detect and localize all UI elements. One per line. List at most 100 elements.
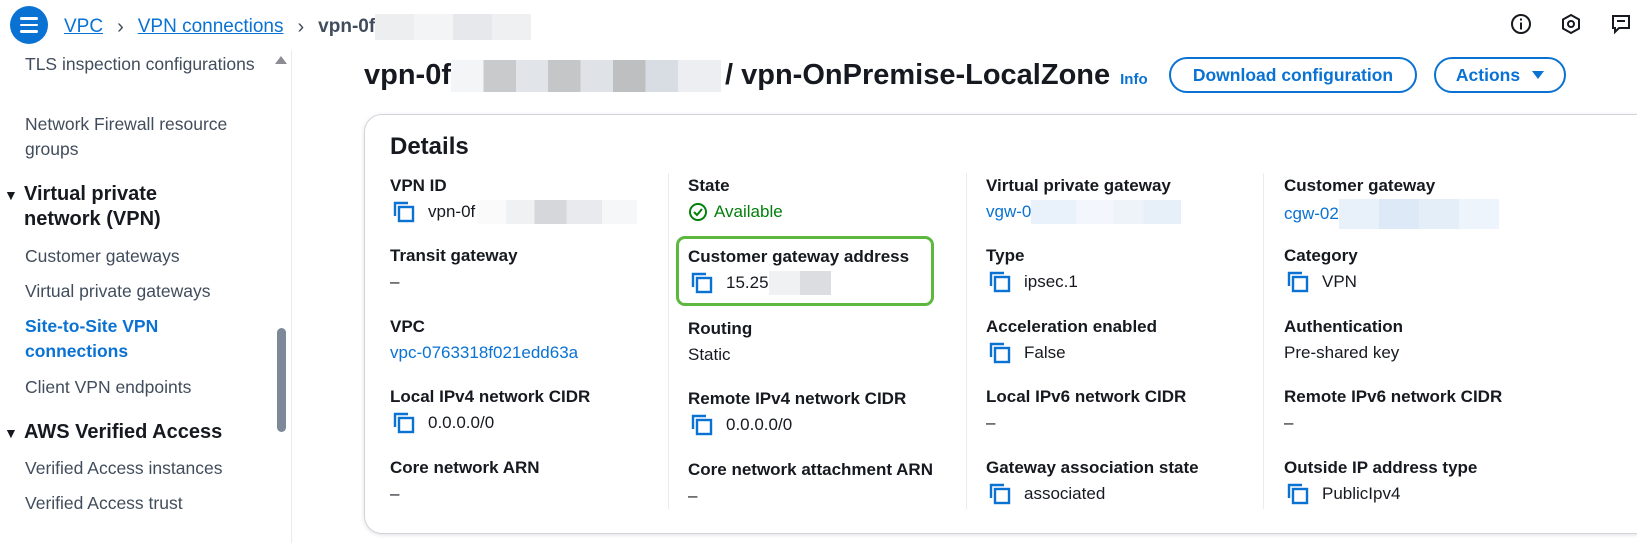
copy-icon[interactable] xyxy=(1286,271,1310,293)
field-label: VPN ID xyxy=(390,176,447,195)
breadcrumb-vpc[interactable]: VPC xyxy=(64,16,103,38)
copy-icon[interactable] xyxy=(988,342,1012,364)
field-label: Routing xyxy=(688,319,753,338)
field-value: PublicIpv4 xyxy=(1284,481,1574,507)
download-configuration-button[interactable]: Download configuration xyxy=(1169,57,1417,93)
copy-icon[interactable] xyxy=(988,483,1012,505)
details-title: Details xyxy=(390,133,469,160)
page-title-name: / vpn-OnPremise-LocalZone xyxy=(725,59,1111,91)
field-label: Outside IP address type xyxy=(1284,458,1478,477)
outside-ip-address-type-value: PublicIpv4 xyxy=(1322,484,1401,503)
copy-icon[interactable] xyxy=(690,272,714,294)
field-value: – xyxy=(1284,413,1294,432)
field-remote-ipv4-cidr: Remote IPv4 network CIDR 0.0.0.0/0 xyxy=(688,388,978,438)
field-vpn-id: VPN ID vpn-0f xyxy=(390,175,680,225)
field-core-network-attachment-arn: Core network attachment ARN – xyxy=(688,459,978,509)
customer-gateway-address-value: 15.25 xyxy=(726,273,769,292)
acceleration-enabled-value: False xyxy=(1024,343,1066,362)
vpn-id-value: vpn-0f xyxy=(428,202,476,221)
check-circle-icon xyxy=(689,203,707,221)
copy-icon[interactable] xyxy=(392,201,416,223)
category-value: VPN xyxy=(1322,272,1357,291)
sidebar-item-verified-access-trust[interactable]: Verified Access trust xyxy=(25,491,265,516)
remote-ipv4-cidr-value: 0.0.0.0/0 xyxy=(726,415,793,434)
copy-icon[interactable] xyxy=(690,414,714,436)
field-label: Virtual private gateway xyxy=(986,176,1171,195)
field-label: Authentication xyxy=(1284,317,1403,336)
actions-label: Actions xyxy=(1455,64,1521,85)
field-label: Acceleration enabled xyxy=(986,317,1158,336)
sidebar-item-verified-access-instances[interactable]: Verified Access instances xyxy=(25,456,265,481)
breadcrumb-vpn-connections[interactable]: VPN connections xyxy=(138,16,284,38)
page-title: vpn-0f / vpn-OnPremise-LocalZone Info xyxy=(364,59,1148,92)
breadcrumb-current: vpn-0f xyxy=(318,16,376,37)
sidebar-section-verified-access[interactable]: ▼ AWS Verified Access xyxy=(4,420,264,446)
field-transit-gateway: Transit gateway – xyxy=(390,245,680,295)
field-label: Local IPv4 network CIDR xyxy=(390,387,591,406)
field-label: VPC xyxy=(390,317,425,336)
field-label: Local IPv6 network CIDR xyxy=(986,387,1187,406)
field-remote-ipv6-cidr: Remote IPv6 network CIDR – xyxy=(1284,386,1574,436)
sidebar-item-customer-gateways[interactable]: Customer gateways xyxy=(25,244,265,269)
field-value: False xyxy=(986,340,1276,366)
sidebar-item-network-firewall-groups[interactable]: Network Firewall resource groups xyxy=(25,112,265,162)
field-customer-gateway: Customer gateway cgw-02 xyxy=(1284,175,1574,229)
field-category: Category VPN xyxy=(1284,245,1574,295)
field-label: Gateway association state xyxy=(986,458,1199,477)
scroll-up-arrow-icon[interactable] xyxy=(275,56,287,64)
caret-down-icon xyxy=(1532,71,1545,79)
copy-icon[interactable] xyxy=(988,271,1012,293)
feedback-icon[interactable] xyxy=(1609,12,1633,36)
field-label: Core network attachment ARN xyxy=(688,460,933,479)
field-label: State xyxy=(688,176,730,195)
field-label: Category xyxy=(1284,246,1358,265)
redacted-block xyxy=(375,14,532,40)
sidebar-item-client-vpn-endpoints[interactable]: Client VPN endpoints xyxy=(25,375,265,400)
field-vpc: VPC vpc-0763318f021edd63a xyxy=(390,316,680,366)
field-value: ipsec.1 xyxy=(986,269,1276,295)
copy-icon[interactable] xyxy=(392,412,416,434)
caret-down-icon: ▼ xyxy=(4,425,18,441)
vpc-link[interactable]: vpc-0763318f021edd63a xyxy=(390,340,680,366)
sidebar-item-site-to-site-vpn[interactable]: Site-to-Site VPN connections xyxy=(25,314,185,364)
field-value: VPN xyxy=(1284,269,1574,295)
virtual-private-gateway-link[interactable]: vgw-0 xyxy=(986,199,1031,225)
top-icon-group xyxy=(1509,12,1637,36)
sidebar-section-vpn[interactable]: ▼ Virtual private network (VPN) xyxy=(4,182,264,232)
field-value: – xyxy=(688,486,698,505)
field-label: Core network ARN xyxy=(390,458,540,477)
redacted-block xyxy=(768,271,831,295)
field-value: cgw-02 xyxy=(1284,199,1574,229)
info-link[interactable]: Info xyxy=(1120,71,1148,88)
sidebar-item-tls-inspection[interactable]: TLS inspection configurations xyxy=(25,52,265,77)
customer-gateway-link[interactable]: cgw-02 xyxy=(1284,201,1339,227)
field-value: 0.0.0.0/0 xyxy=(390,410,680,436)
hexagon-settings-icon[interactable] xyxy=(1559,12,1583,36)
field-core-network-arn: Core network ARN – xyxy=(390,457,680,507)
field-value: – xyxy=(986,413,996,432)
copy-icon[interactable] xyxy=(1286,483,1310,505)
sidebar-scrollbar[interactable] xyxy=(277,328,286,432)
field-value: vgw-0 xyxy=(986,199,1276,225)
field-customer-gateway-address: Customer gateway address 15.25 xyxy=(688,246,978,296)
redacted-block xyxy=(477,200,638,224)
page-title-id: vpn-0f xyxy=(364,59,451,91)
info-circle-icon[interactable] xyxy=(1509,12,1533,36)
field-label: Transit gateway xyxy=(390,246,518,265)
field-local-ipv4-cidr: Local IPv4 network CIDR 0.0.0.0/0 xyxy=(390,386,680,436)
field-label: Remote IPv6 network CIDR xyxy=(1284,387,1503,406)
state-value: Available xyxy=(714,202,783,221)
actions-dropdown-button[interactable]: Actions xyxy=(1434,57,1566,93)
field-state: State Available xyxy=(688,175,978,225)
field-outside-ip-address-type: Outside IP address type PublicIpv4 xyxy=(1284,457,1574,507)
field-authentication: Authentication Pre-shared key xyxy=(1284,316,1574,366)
field-label: Customer gateway xyxy=(1284,176,1436,195)
breadcrumb: VPC › VPN connections › vpn-0f xyxy=(64,14,532,40)
field-label: Type xyxy=(986,246,1025,265)
hamburger-menu-icon[interactable] xyxy=(10,6,48,44)
field-value: – xyxy=(390,484,400,503)
sidebar-item-virtual-private-gateways[interactable]: Virtual private gateways xyxy=(25,279,265,304)
field-value: associated xyxy=(986,481,1276,507)
field-virtual-private-gateway: Virtual private gateway vgw-0 xyxy=(986,175,1276,225)
redacted-block xyxy=(1338,199,1499,229)
